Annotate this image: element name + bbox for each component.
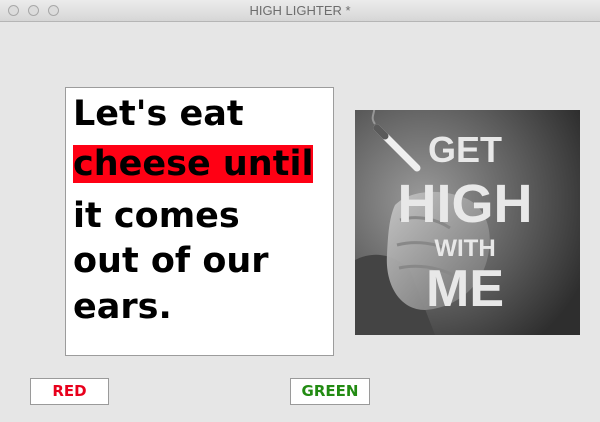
caption-word: ME [426, 260, 504, 318]
text-line: ears. [73, 287, 172, 327]
caption-word: WITH [434, 235, 495, 262]
caption-word: HIGH [398, 174, 533, 234]
caption-word: GET [428, 129, 502, 170]
highlighted-text-line: cheese until [73, 144, 314, 184]
window-title: HIGH LIGHTER * [249, 3, 351, 18]
text-panel[interactable]: Let's eat cheese until it comes out of o… [65, 87, 334, 356]
title-bar: HIGH LIGHTER * [0, 0, 600, 22]
red-button[interactable]: RED [30, 378, 109, 405]
photo-image: GET HIGH WITH ME [355, 110, 580, 335]
text-line: out of our [73, 241, 269, 281]
text-line: it comes [73, 196, 240, 236]
app-window: HIGH LIGHTER * Let's eat cheese until it… [0, 0, 600, 422]
green-button[interactable]: GREEN [290, 378, 370, 405]
text-line: Let's eat [73, 94, 244, 134]
